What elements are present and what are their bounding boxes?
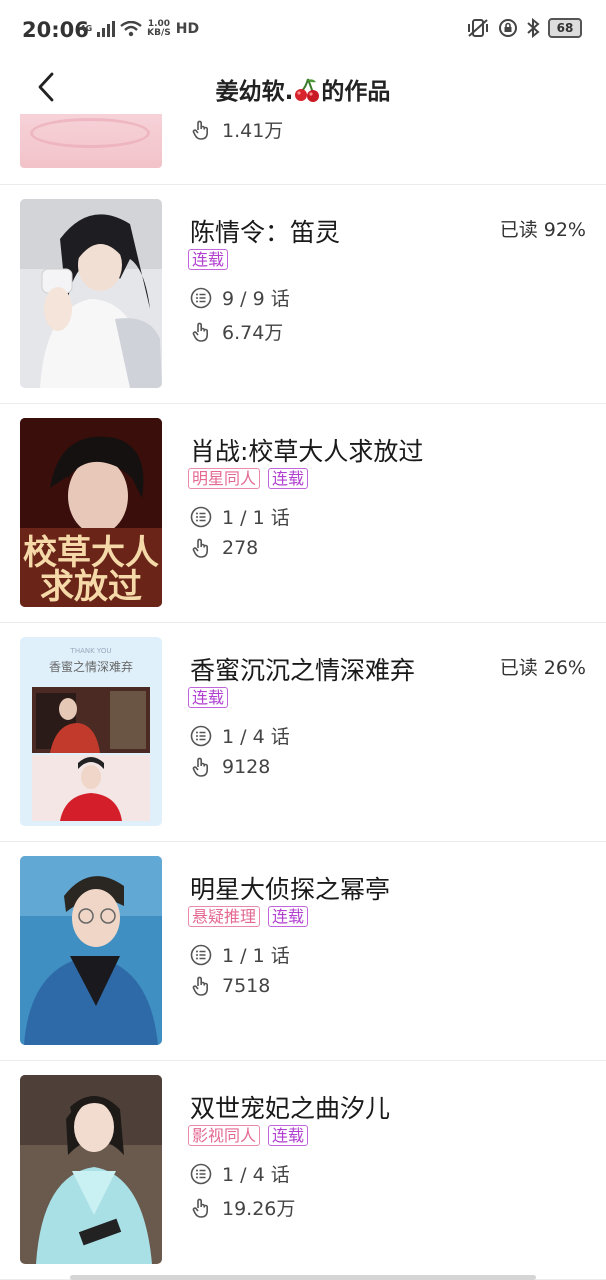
book-cover: THANK YOU 香蜜之情深难弃: [20, 637, 162, 826]
cover-art-icon: THANK YOU 香蜜之情深难弃: [20, 637, 162, 826]
list-item[interactable]: 双世宠妃之曲汐儿 影视同人 连载 1 / 4 话 19.26万: [0, 1061, 606, 1280]
network-indicators: 4G 1.00 KB/S HD: [80, 20, 199, 38]
hand-tap-icon: [192, 120, 208, 140]
list-icon: [190, 287, 212, 308]
tag-serializing: 连载: [268, 468, 309, 489]
likes-count: 9128: [222, 756, 271, 778]
chapters-stat: 1 / 1 话: [190, 503, 290, 530]
likes-stat: 9128: [190, 756, 270, 778]
likes-stat: 19.26万: [190, 1194, 295, 1221]
chapters-count: 1 / 4 话: [222, 1164, 290, 1186]
chapters-count: 1 / 1 话: [222, 507, 290, 529]
lock-rotation-icon: [499, 19, 517, 37]
chapters-count: 1 / 1 话: [222, 945, 290, 967]
signal-icon: [97, 21, 116, 37]
wifi-icon: [120, 21, 142, 37]
header: 姜幼软. 的作品: [0, 60, 606, 114]
likes-count: 6.74万: [222, 322, 284, 344]
list-item[interactable]: 校草大人 求放过 肖战:校草大人求放过 明星同人 连载 1 / 1 话 278: [0, 404, 606, 623]
speed-unit: KB/S: [147, 28, 171, 38]
hand-tap-icon: [192, 757, 208, 777]
cover-art-icon: [20, 1075, 162, 1264]
tag-list: 悬疑推理 连载: [188, 906, 309, 927]
chapters-stat: 1 / 1 话: [190, 941, 290, 968]
cherry-icon: [295, 78, 320, 102]
read-progress: 已读 26%: [499, 657, 586, 679]
book-cover: [20, 1075, 162, 1264]
hd-indicator: HD: [175, 21, 200, 37]
book-title: 双世宠妃之曲汐儿: [190, 1094, 391, 1123]
tag-list: 影视同人 连载: [188, 1125, 309, 1146]
list-item[interactable]: 陈情令：笛灵 已读 92% 连载 9 / 9 话 6.74万: [0, 185, 606, 404]
book-cover: [20, 856, 162, 1045]
tag-serializing: 连载: [188, 249, 229, 270]
tag-tv-fanfic: 影视同人: [188, 1125, 261, 1146]
works-list: 1.41万 陈情令：笛灵 已读 92% 连载 9 / 9 话 6.74万 校草大…: [0, 114, 606, 1280]
hand-tap-icon: [192, 538, 208, 558]
cover-decoration: [30, 118, 150, 148]
likes-count: 278: [222, 537, 259, 559]
tag-list: 连载: [188, 687, 229, 708]
book-title: 明星大侦探之幂亭: [190, 875, 391, 904]
read-progress: 已读 92%: [499, 219, 586, 241]
cover-art-icon: [20, 856, 162, 1045]
book-cover: [20, 114, 162, 168]
list-icon: [190, 944, 212, 965]
network-type: 4G: [80, 24, 93, 33]
page-title: 姜幼软. 的作品: [0, 72, 606, 106]
tag-list: 明星同人 连载: [188, 468, 309, 489]
status-bar: 20:06 4G 1.00 KB/S HD 68: [0, 0, 606, 60]
cover-art-icon: [20, 199, 162, 388]
likes-stat: 1.41万: [190, 116, 283, 143]
battery-icon: 68: [548, 18, 582, 38]
chapters-stat: 1 / 4 话: [190, 722, 290, 749]
likes-stat: 6.74万: [190, 318, 283, 345]
list-icon: [190, 506, 212, 527]
list-item[interactable]: 明星大侦探之幂亭 悬疑推理 连载 1 / 1 话 7518: [0, 842, 606, 1061]
tag-celebrity-fanfic: 明星同人: [188, 468, 261, 489]
hand-tap-icon: [192, 1198, 208, 1218]
cover-text-2: 香蜜之情深难弃: [49, 659, 133, 674]
navigation-gesture-bar[interactable]: [70, 1275, 536, 1280]
book-cover: 校草大人 求放过: [20, 418, 162, 607]
book-title: 肖战:校草大人求放过: [190, 437, 424, 466]
list-icon: [190, 1163, 212, 1184]
book-cover: [20, 199, 162, 388]
chapters-count: 9 / 9 话: [222, 288, 290, 310]
hand-tap-icon: [192, 322, 208, 342]
list-item-partial[interactable]: 1.41万: [0, 114, 606, 185]
tag-serializing: 连载: [188, 687, 229, 708]
cover-text-1: THANK YOU: [70, 647, 112, 655]
vibrate-icon: [468, 19, 488, 37]
title-suffix: 的作品: [321, 79, 391, 105]
likes-count: 1.41万: [222, 120, 284, 142]
hand-tap-icon: [192, 976, 208, 996]
status-right-icons: 68: [466, 18, 582, 38]
chapters-stat: 9 / 9 话: [190, 284, 290, 311]
title-prefix: 姜幼软.: [215, 79, 294, 105]
chapters-stat: 1 / 4 话: [190, 1160, 290, 1187]
cover-text-2: 求放过: [40, 567, 142, 607]
tag-serializing: 连载: [268, 906, 309, 927]
likes-stat: 7518: [190, 975, 270, 997]
book-title: 香蜜沉沉之情深难弃: [190, 656, 416, 685]
list-item[interactable]: THANK YOU 香蜜之情深难弃 香蜜沉沉之情深难弃 已读 26% 连载 1 …: [0, 623, 606, 842]
network-speed: 1.00 KB/S: [147, 20, 171, 38]
book-title: 陈情令：笛灵: [190, 218, 341, 247]
cover-art-icon: 校草大人 求放过: [20, 418, 162, 607]
status-time: 20:06: [22, 18, 89, 42]
list-icon: [190, 725, 212, 746]
tag-list: 连载: [188, 249, 229, 270]
likes-count: 19.26万: [222, 1198, 296, 1220]
likes-stat: 278: [190, 537, 258, 559]
tag-mystery: 悬疑推理: [188, 906, 261, 927]
chapters-count: 1 / 4 话: [222, 726, 290, 748]
likes-count: 7518: [222, 975, 271, 997]
tag-serializing: 连载: [268, 1125, 309, 1146]
bluetooth-icon: [527, 18, 540, 38]
